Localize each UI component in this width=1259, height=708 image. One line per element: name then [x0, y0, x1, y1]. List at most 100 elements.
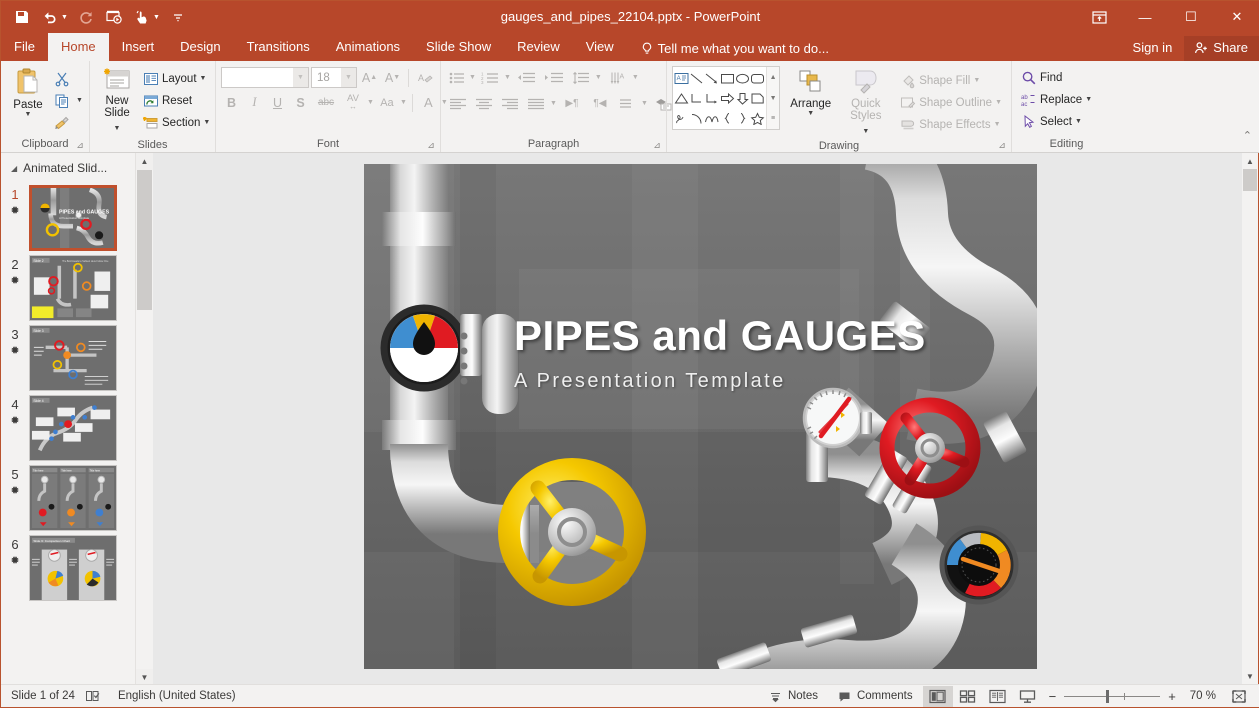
copy-dropdown-icon[interactable]: ▼ [76, 97, 83, 104]
strikethrough-button[interactable]: abc [313, 92, 339, 113]
view-reading-button[interactable] [983, 686, 1013, 707]
undo-icon[interactable] [37, 5, 63, 29]
thumbnail-1[interactable]: PIPES and GAUGES A Presentation Template [29, 185, 117, 251]
select-dropdown-icon[interactable]: ▼ [1075, 118, 1082, 125]
view-slide-show-button[interactable] [1013, 686, 1043, 707]
clipboard-dialog-launcher-icon[interactable]: ⊿ [75, 140, 85, 150]
animation-star-icon[interactable]: ✹ [10, 554, 19, 568]
tab-animations[interactable]: Animations [323, 33, 413, 61]
line-spacing-dropdown-icon[interactable]: ▼ [595, 74, 602, 81]
section-collapse-icon[interactable]: ◢ [11, 164, 17, 173]
slide-title[interactable]: PIPES and GAUGES [514, 312, 926, 360]
section-dropdown-icon[interactable]: ▼ [203, 119, 210, 126]
line-spacing-button[interactable] [569, 67, 593, 88]
copy-button[interactable] [50, 90, 74, 111]
ltr-direction-button[interactable]: ▶¶ [559, 93, 585, 114]
new-slide-button[interactable]: New Slide ▼ [95, 65, 139, 137]
shape-rounded-rectangle-icon[interactable] [750, 68, 765, 88]
fit-slide-button[interactable] [1224, 686, 1254, 707]
bold-button[interactable]: B [221, 92, 242, 113]
save-icon[interactable] [9, 5, 35, 29]
paste-button[interactable]: Paste ▼ [6, 65, 50, 120]
tab-design[interactable]: Design [167, 33, 233, 61]
slide-thumbnail-panel[interactable]: ◢ Animated Slid... 1 ✹ [1, 153, 153, 686]
character-spacing-button[interactable]: AV ↔ [341, 92, 365, 113]
find-button[interactable]: Find [1017, 67, 1096, 88]
touch-mouse-mode-icon[interactable] [129, 5, 155, 29]
shape-right-brace-icon[interactable] [735, 108, 750, 128]
increase-font-size-button[interactable]: A▲ [359, 67, 380, 88]
tab-insert[interactable]: Insert [109, 33, 168, 61]
cut-button[interactable] [50, 68, 83, 89]
notes-button[interactable]: Notes [759, 685, 828, 708]
align-text-dropdown-icon[interactable]: ▼ [641, 100, 648, 107]
tab-view[interactable]: View [573, 33, 627, 61]
share-button[interactable]: Share [1184, 36, 1259, 61]
increase-indent-button[interactable] [541, 67, 567, 88]
font-color-button[interactable]: A [418, 92, 439, 113]
animation-star-icon[interactable]: ✹ [10, 484, 19, 498]
paragraph-dialog-launcher-icon[interactable]: ⊿ [652, 140, 662, 150]
view-slide-sorter-button[interactable] [953, 686, 983, 707]
list-item[interactable]: 5 ✹ Title here Title here Title here [1, 461, 153, 531]
animation-star-icon[interactable]: ✹ [10, 274, 19, 288]
zoom-track[interactable] [1064, 696, 1160, 697]
shape-elbow-connector-icon[interactable] [689, 88, 704, 108]
arrange-dropdown-icon[interactable]: ▼ [807, 110, 814, 117]
shape-textbox-icon[interactable]: A [674, 68, 689, 88]
font-name-dropdown-icon[interactable]: ▼ [293, 68, 308, 87]
format-painter-button[interactable] [50, 112, 83, 133]
list-item[interactable]: 6 ✹ Slide 6: Comparison Chart [1, 531, 153, 601]
layout-dropdown-icon[interactable]: ▼ [200, 75, 207, 82]
slide-subtitle[interactable]: A Presentation Template [514, 370, 786, 393]
panel-scroll-up-icon[interactable]: ▲ [136, 153, 153, 170]
thumbnail-panel-scrollbar[interactable]: ▲ ▼ [135, 153, 152, 686]
shape-down-arrow-icon[interactable] [735, 88, 750, 108]
customize-quick-access-icon[interactable] [165, 5, 191, 29]
numbering-button[interactable]: 123 [478, 67, 502, 88]
shape-arc-icon[interactable] [689, 108, 704, 128]
proofing-status[interactable] [85, 685, 110, 708]
select-button[interactable]: Select ▼ [1017, 111, 1096, 132]
align-right-button[interactable] [498, 93, 522, 114]
language-indicator[interactable]: English (United States) [110, 685, 246, 708]
thumbnail-2[interactable]: Slide 2 The Bold Heads to Subtext Here F… [29, 255, 117, 321]
animation-star-icon[interactable]: ✹ [10, 414, 19, 428]
shape-rectangle-icon[interactable] [720, 68, 735, 88]
shape-line-icon[interactable] [689, 68, 704, 88]
character-spacing-dropdown-icon[interactable]: ▼ [367, 99, 374, 106]
stage-scroll-thumb[interactable] [1243, 169, 1257, 191]
minimize-button[interactable]: — [1122, 1, 1168, 33]
zoom-level-label[interactable]: 70 % [1182, 690, 1224, 702]
change-case-button[interactable]: Aa [376, 92, 398, 113]
clear-formatting-icon[interactable]: A [414, 67, 435, 88]
thumbnail-4[interactable]: Slide 4 [29, 395, 117, 461]
undo-dropdown-icon[interactable]: ▼ [61, 14, 71, 21]
tab-file[interactable]: File [1, 33, 48, 61]
text-direction-button[interactable]: A [606, 67, 630, 88]
shapes-gallery-scrollbar[interactable]: ▲ ▼ ≡ [766, 67, 779, 129]
shape-triangle-icon[interactable] [674, 88, 689, 108]
ribbon-display-options-icon[interactable] [1076, 1, 1122, 33]
shape-left-brace-icon[interactable] [720, 108, 735, 128]
shape-pentagon-icon[interactable] [750, 88, 765, 108]
list-item[interactable]: 3 ✹ Slide 3 [1, 321, 153, 391]
tell-me-search[interactable]: Tell me what you want to do... [627, 37, 839, 61]
zoom-handle[interactable] [1106, 690, 1109, 703]
italic-button[interactable]: I [244, 92, 265, 113]
start-from-beginning-icon[interactable] [101, 5, 127, 29]
maximize-button[interactable]: ☐ [1168, 1, 1214, 33]
slide-canvas[interactable]: PIPES and GAUGES A Presentation Template [364, 164, 1037, 669]
shape-right-arrow-icon[interactable] [720, 88, 735, 108]
animation-star-icon[interactable]: ✹ [10, 204, 19, 218]
gallery-scroll-down-icon[interactable]: ▼ [767, 88, 779, 109]
decrease-indent-button[interactable] [513, 67, 539, 88]
view-normal-button[interactable] [923, 686, 953, 707]
replace-dropdown-icon[interactable]: ▼ [1085, 96, 1092, 103]
zoom-slider[interactable]: − + [1043, 689, 1182, 704]
shapes-gallery[interactable]: A [672, 66, 780, 130]
gallery-more-icon[interactable]: ≡ [767, 108, 779, 129]
new-slide-dropdown-icon[interactable]: ▼ [114, 125, 121, 132]
thumbnail-6[interactable]: Slide 6: Comparison Chart [29, 535, 117, 601]
tab-home[interactable]: Home [48, 33, 109, 61]
